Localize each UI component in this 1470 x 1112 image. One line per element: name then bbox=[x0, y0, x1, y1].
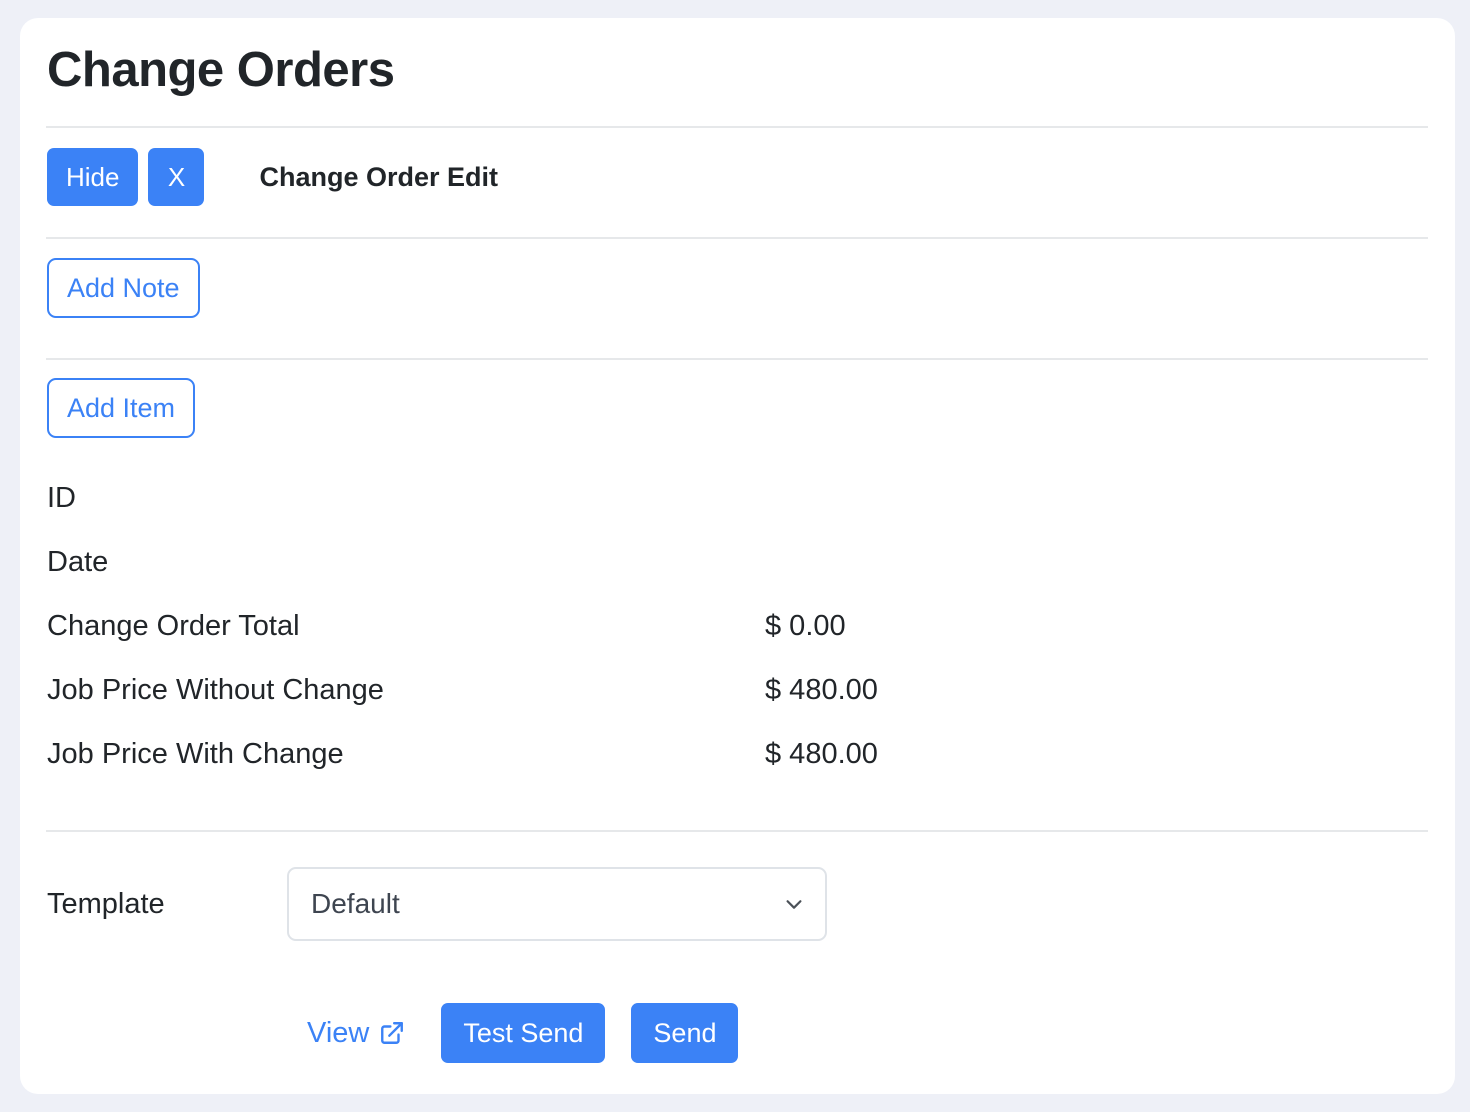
row-value-job-price-without-change: $ 480.00 bbox=[765, 674, 878, 706]
table-row: Job Price With Change $ 480.00 bbox=[47, 738, 1047, 802]
divider-template-top bbox=[46, 830, 1428, 832]
template-label: Template bbox=[47, 887, 165, 920]
row-value-change-order-total: $ 0.00 bbox=[765, 610, 846, 642]
change-order-summary: ID Date Change Order Total $ 0.00 Job Pr… bbox=[47, 482, 1047, 802]
table-row: Job Price Without Change $ 480.00 bbox=[47, 674, 1047, 738]
page-title: Change Orders bbox=[47, 43, 395, 97]
template-select[interactable]: Default bbox=[287, 867, 827, 941]
table-row: ID bbox=[47, 482, 1047, 546]
send-button[interactable]: Send bbox=[631, 1003, 739, 1063]
panel-toolbar: Hide X Change Order Edit bbox=[47, 148, 498, 206]
row-label-id: ID bbox=[47, 482, 76, 514]
hide-button[interactable]: Hide bbox=[47, 148, 139, 206]
divider-items-top bbox=[46, 358, 1428, 360]
template-select-wrapper: Default bbox=[287, 867, 827, 941]
test-send-button[interactable]: Test Send bbox=[441, 1003, 606, 1063]
row-label-date: Date bbox=[47, 546, 109, 578]
send-action-row: View Test Send Send bbox=[307, 1003, 739, 1063]
template-row: Template Default bbox=[47, 867, 827, 941]
section-title: Change Order Edit bbox=[259, 161, 499, 192]
row-value-job-price-with-change: $ 480.00 bbox=[765, 738, 878, 770]
add-item-button[interactable]: Add Item bbox=[47, 378, 196, 438]
change-orders-card: Change Orders Hide X Change Order Edit A… bbox=[20, 18, 1455, 1094]
external-link-icon bbox=[381, 1022, 404, 1044]
add-note-button[interactable]: Add Note bbox=[47, 258, 200, 318]
view-link[interactable]: View bbox=[307, 1017, 405, 1050]
template-select-value: Default bbox=[311, 888, 400, 919]
divider-header bbox=[46, 126, 1428, 128]
row-label-job-price-with-change: Job Price With Change bbox=[47, 738, 344, 770]
row-label-change-order-total: Change Order Total bbox=[47, 610, 300, 642]
divider-notes-top bbox=[46, 237, 1428, 239]
row-label-job-price-without-change: Job Price Without Change bbox=[47, 674, 384, 706]
close-button[interactable]: X bbox=[148, 148, 205, 206]
table-row: Date bbox=[47, 546, 1047, 610]
table-row: Change Order Total $ 0.00 bbox=[47, 610, 1047, 674]
view-link-label: View bbox=[307, 1016, 370, 1049]
